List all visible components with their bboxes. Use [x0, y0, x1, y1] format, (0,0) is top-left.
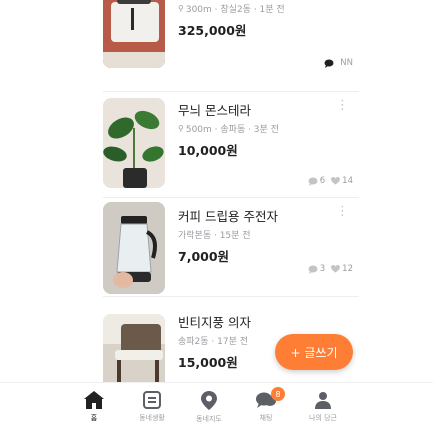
tab-community[interactable]: 동네생활: [122, 391, 182, 423]
chat-icon: [324, 59, 334, 68]
tab-my[interactable]: 나의 당근: [293, 391, 353, 423]
chat-icon: [308, 265, 318, 274]
item-meta: 송파2동 · 17분 전: [178, 337, 249, 347]
tab-nearby[interactable]: 동네지도: [179, 391, 239, 424]
list-item[interactable]: ⚲ 300m · 창실2동 · 1분 전 325,000원 NN: [0, 0, 433, 92]
list-item[interactable]: 커피 드립용 주전자 가락본동 · 15분 전 7,000원 ⋮ 3 12: [0, 202, 433, 304]
tab-home[interactable]: 홈: [64, 391, 124, 423]
home-icon: [84, 391, 104, 409]
heart-icon: [331, 265, 341, 273]
person-icon: [315, 392, 331, 409]
location-pin-icon: [201, 391, 217, 410]
item-price: 15,000원: [178, 355, 238, 370]
item-thumbnail-coffee-pot: [103, 202, 165, 294]
tab-label: 채팅: [259, 414, 273, 422]
tab-label: 홈: [90, 414, 98, 422]
chat-count: 6: [308, 176, 325, 186]
item-info: 무늬 몬스테라 ⚲ 500m · 송파동 · 3분 전 10,000원: [178, 100, 279, 159]
heart-count: NN: [340, 58, 353, 68]
item-title: 무늬 몬스테라: [178, 103, 251, 118]
list-item[interactable]: 빈티지풍 의자 송파2동 · 17분 전 15,000원: [0, 314, 433, 382]
item-meta: ⚲ 300m · 창실2동 · 1분 전: [178, 4, 285, 15]
divider: [103, 91, 359, 92]
heart-icon: [331, 177, 341, 185]
write-post-label: + 글쓰기: [290, 345, 338, 360]
heart-count: 14: [331, 176, 353, 186]
list-item[interactable]: 무늬 몬스테라 ⚲ 500m · 송파동 · 3분 전 10,000원 ⋮ 6 …: [0, 96, 433, 198]
item-meta: 가락본동 · 15분 전: [178, 231, 251, 241]
divider: [103, 197, 359, 198]
location-icon: ⚲: [178, 4, 184, 13]
write-post-button[interactable]: + 글쓰기: [275, 334, 353, 370]
item-price: 325,000원: [178, 23, 247, 38]
item-stats: NN: [324, 58, 353, 68]
item-meta: ⚲ 500m · 송파동 · 3분 전: [178, 124, 279, 135]
item-info: 커피 드립용 주전자 가락본동 · 15분 전 7,000원: [178, 206, 278, 265]
tab-label: 나의 당근: [309, 414, 337, 422]
item-thumbnail-plant: [103, 98, 165, 188]
divider: [103, 296, 359, 297]
community-icon: [143, 391, 161, 409]
item-title: 빈티지풍 의자: [178, 315, 251, 330]
bottom-tab-bar: 홈 동네생활 동네지도 8 채팅 나의 당근: [0, 382, 433, 430]
item-title: 커피 드립용 주전자: [178, 209, 278, 224]
chat-unread-badge: 8: [271, 387, 285, 401]
product-feed: ⚲ 300m · 창실2동 · 1분 전 325,000원 NN 무늬 몬스테라…: [0, 0, 433, 382]
item-thumbnail-bag: [103, 0, 165, 68]
item-stats: 3 12: [308, 264, 353, 274]
chat-count: [324, 59, 334, 68]
location-icon: ⚲: [178, 124, 184, 133]
item-info: ⚲ 300m · 창실2동 · 1분 전 325,000원: [178, 2, 285, 39]
chat-icon: [308, 177, 318, 186]
tab-label: 동네생활: [139, 414, 165, 422]
item-price: 7,000원: [178, 249, 230, 264]
heart-count: 12: [331, 264, 353, 274]
tab-label: 동네지도: [196, 415, 222, 423]
tab-chat[interactable]: 8 채팅: [236, 387, 296, 423]
item-price: 10,000원: [178, 143, 238, 158]
more-options-icon[interactable]: ⋮: [336, 204, 349, 219]
more-options-icon[interactable]: ⋮: [336, 98, 349, 113]
item-thumbnail-chair: [103, 314, 165, 382]
item-info: 빈티지풍 의자 송파2동 · 17분 전 15,000원: [178, 312, 251, 371]
chat-count: 3: [308, 264, 325, 274]
item-stats: 6 14: [308, 176, 353, 186]
